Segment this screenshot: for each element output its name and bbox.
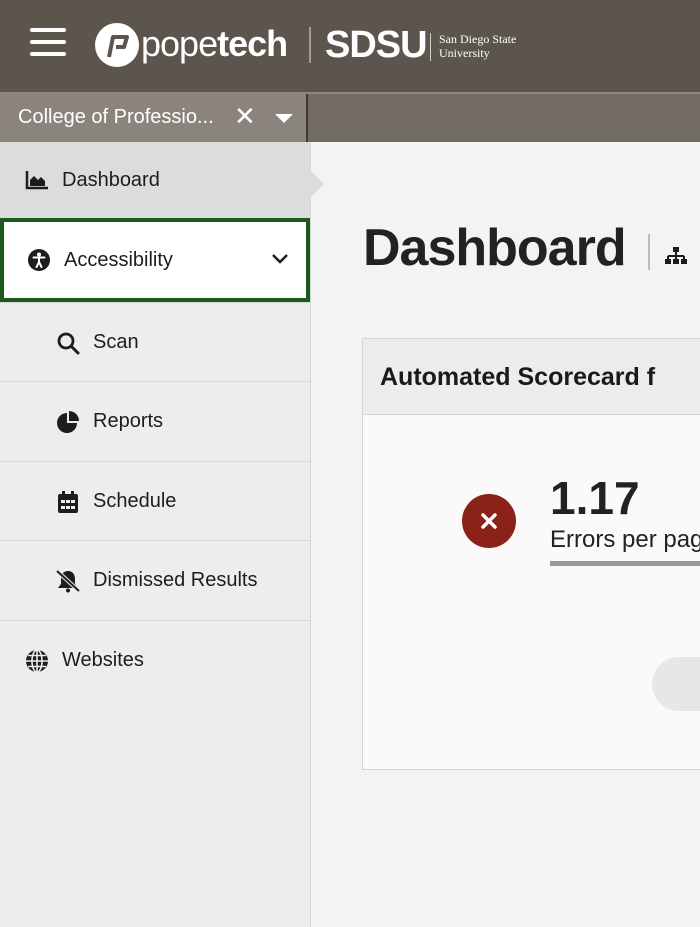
sidebar-item-label: Websites: [62, 649, 144, 671]
sidebar-item-scan[interactable]: Scan: [0, 302, 310, 382]
popetech-logo-icon[interactable]: [95, 23, 139, 67]
sdsu-full-name: San Diego State University: [439, 32, 517, 60]
sitemap-icon[interactable]: [664, 247, 688, 265]
sidebar-item-label: Accessibility: [64, 248, 173, 271]
sidebar-item-label: Dismissed Results: [93, 569, 258, 591]
sidebar-item-label: Schedule: [93, 490, 177, 512]
pie-chart-icon: [55, 409, 81, 435]
menu-icon[interactable]: [30, 28, 66, 60]
scorecard-button[interactable]: [652, 657, 700, 711]
bell-slash-icon: [55, 568, 81, 594]
sidebar-item-reports[interactable]: Reports: [0, 381, 310, 461]
group-select[interactable]: College of Professio... ✕: [0, 94, 308, 142]
title-divider: [648, 234, 650, 270]
sidebar-item-dashboard[interactable]: Dashboard: [0, 142, 310, 218]
sidebar-item-label: Scan: [93, 331, 139, 353]
sdsu-divider: [430, 33, 431, 61]
group-select-value: College of Professio...: [18, 106, 214, 128]
popetech-wordmark[interactable]: popetech: [141, 22, 288, 66]
automated-scorecard-card: Automated Scorecard f 1.17 Errors per pa…: [362, 338, 700, 770]
errors-bar: [550, 561, 700, 566]
page-title: Dashboard: [363, 219, 627, 277]
errors-per-page-label: Errors per pag: [550, 526, 700, 553]
sidebar-item-schedule[interactable]: Schedule: [0, 461, 310, 541]
chevron-down-icon[interactable]: [270, 252, 290, 266]
sdsu-logo: SDSU: [325, 24, 428, 66]
globe-icon: [24, 648, 50, 674]
card-header: Automated Scorecard f: [363, 339, 700, 415]
sidebar-item-label: Dashboard: [62, 168, 160, 191]
sidebar-item-accessibility[interactable]: Accessibility: [0, 218, 310, 302]
top-navbar: popetech SDSU San Diego State University: [0, 0, 700, 92]
search-icon: [55, 330, 81, 356]
universal-access-icon: [26, 247, 52, 273]
sidebar-item-label: Reports: [93, 410, 164, 432]
errors-per-page-value: 1.17: [550, 472, 640, 524]
card-title: Automated Scorecard f: [380, 363, 656, 391]
active-item-pointer: [310, 170, 324, 198]
calendar-icon: [55, 489, 81, 515]
sidebar-item-dismissed-results[interactable]: Dismissed Results: [0, 540, 310, 620]
caret-down-icon[interactable]: [275, 114, 293, 123]
sidebar-item-websites[interactable]: Websites: [0, 620, 310, 700]
group-bar: College of Professio... ✕: [0, 92, 700, 142]
area-chart-icon: [24, 167, 50, 193]
brand-divider: [309, 27, 311, 63]
error-icon: [462, 494, 516, 548]
clear-selection-icon[interactable]: ✕: [234, 102, 256, 130]
